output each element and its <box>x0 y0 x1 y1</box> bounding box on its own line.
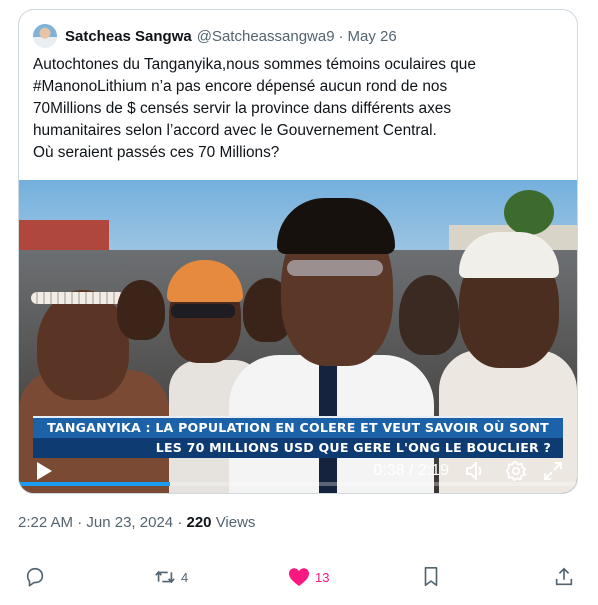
glasses <box>287 260 383 276</box>
sunglasses <box>171 304 235 318</box>
bookmark-button[interactable] <box>421 566 441 588</box>
like-count: 13 <box>315 569 330 585</box>
play-icon[interactable] <box>35 461 53 481</box>
banner-text: TANGANYIKA : LA POPULATION EN COLERE ET … <box>47 420 549 435</box>
volume-icon[interactable] <box>465 461 487 481</box>
video-progress-fill <box>19 482 170 486</box>
share-icon <box>555 567 573 586</box>
avatar[interactable] <box>33 24 57 48</box>
banner-text: LES 70 MILLIONS USD QUE GERE L'ONG LE BO… <box>155 440 551 455</box>
views-count: 220 <box>186 514 212 531</box>
person-woman <box>37 290 129 400</box>
reply-icon <box>26 567 44 587</box>
like-button[interactable]: 13 <box>287 566 329 588</box>
tweet-metadata: 2:22 AM · Jun 23, 2024 · 220 Views <box>18 514 255 531</box>
video-frame-tree <box>504 190 554 235</box>
user-handle[interactable]: @Satcheassangwa9 <box>197 28 335 45</box>
news-banner-line2: LES 70 MILLIONS USD QUE GERE L'ONG LE BO… <box>33 438 563 458</box>
text-line: #ManonoLithium n’a pas encore dépensé au… <box>33 78 448 95</box>
tweet-time[interactable]: 2:22 AM <box>18 514 73 531</box>
separator: · <box>77 514 83 531</box>
text-line: Où seraient passés ces 70 Millions? <box>33 144 280 161</box>
settings-gear-icon[interactable] <box>505 460 527 482</box>
news-banner-line1: TANGANYIKA : LA POPULATION EN COLERE ET … <box>33 416 563 438</box>
tweet-date[interactable]: May 26 <box>348 28 397 45</box>
retweet-button[interactable]: 4 <box>153 566 188 588</box>
retweet-count: 4 <box>181 569 189 585</box>
separator: · <box>338 27 344 45</box>
video-progress-track[interactable] <box>19 482 577 486</box>
heart-icon <box>289 568 309 586</box>
quoted-tweet-header: Satcheas Sangwa @Satcheassangwa9 · May 2… <box>33 24 397 48</box>
quoted-tweet-card[interactable]: Satcheas Sangwa @Satcheassangwa9 · May 2… <box>18 9 578 494</box>
text-line: humanitaires selon l’accord avec le Gouv… <box>33 122 437 139</box>
tweet-date[interactable]: Jun 23, 2024 <box>86 514 173 531</box>
action-bar: 4 13 <box>0 566 598 592</box>
retweet-icon <box>155 570 175 584</box>
video-player[interactable]: TANGANYIKA : LA POPULATION EN COLERE ET … <box>19 180 577 493</box>
bookmark-icon <box>424 567 438 587</box>
views-label: Views <box>215 514 256 531</box>
separator: · <box>177 514 183 531</box>
quoted-tweet-text: Autochtones du Tanganyika,nous sommes té… <box>33 54 563 164</box>
video-time: 0:38 / 2:19 <box>373 462 449 479</box>
share-button[interactable] <box>553 566 575 588</box>
person-background <box>117 280 165 340</box>
person-background <box>399 275 459 355</box>
reply-button[interactable] <box>24 566 46 588</box>
headband <box>31 292 131 304</box>
text-line: 70Millions de $ censés servir la provinc… <box>33 100 452 117</box>
fullscreen-icon[interactable] <box>543 461 563 481</box>
text-line: Autochtones du Tanganyika,nous sommes té… <box>33 56 476 73</box>
display-name[interactable]: Satcheas Sangwa <box>65 28 192 45</box>
